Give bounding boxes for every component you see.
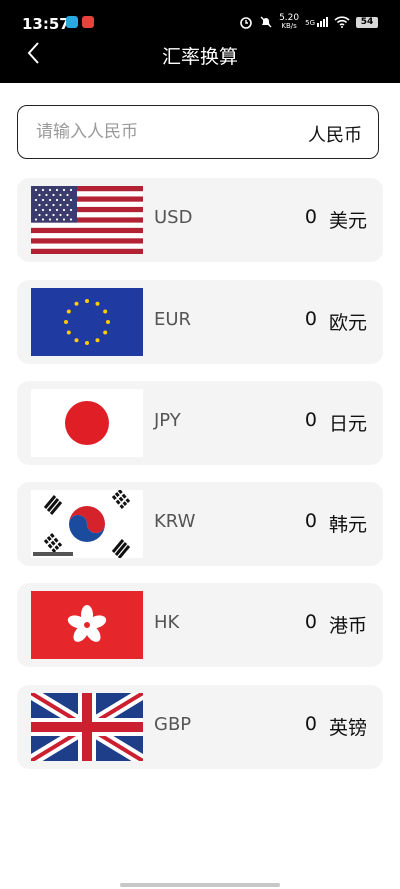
alarm-icon	[240, 17, 252, 29]
currency-row-eur[interactable]: EUR 0 欧元	[17, 280, 383, 364]
currency-name: 美元	[328, 210, 367, 232]
currency-amount: 0	[304, 206, 317, 228]
currency-code: EUR	[154, 309, 192, 330]
status-time: 13:57	[22, 15, 70, 33]
rmb-amount-input[interactable]	[34, 116, 278, 148]
eu-flag-icon	[31, 288, 143, 356]
gb-flag-icon	[31, 693, 143, 761]
rmb-input-box[interactable]: 人民币	[17, 105, 379, 159]
currency-amount: 0	[304, 409, 317, 431]
status-app-icons	[66, 16, 94, 28]
kr-flag-icon	[31, 490, 143, 558]
mute-bell-icon	[260, 16, 272, 28]
currency-row-usd[interactable]: USD 0 美元	[17, 178, 383, 262]
app-header: 13:57 5.20 KB/s 5G 54 汇率换算	[0, 0, 400, 83]
hk-flag-icon	[31, 591, 143, 659]
currency-amount: 0	[304, 611, 317, 633]
currency-code: HK	[154, 612, 180, 633]
currency-row-jpy[interactable]: JPY 0 日元	[17, 381, 383, 465]
currency-amount: 0	[304, 510, 317, 532]
page-title: 汇率换算	[161, 46, 238, 68]
currency-row-hk[interactable]: HK 0 港币	[17, 583, 383, 667]
currency-row-krw[interactable]: KRW 0 韩元	[17, 482, 383, 566]
wifi-icon	[334, 16, 350, 28]
currency-code: JPY	[154, 410, 181, 431]
currency-amount: 0	[304, 713, 317, 735]
currency-row-gbp[interactable]: GBP 0 英镑	[17, 685, 383, 769]
network-speed: 5.20 KB/s	[279, 13, 300, 31]
currency-name: 欧元	[328, 312, 367, 334]
status-bar-right: 5.20 KB/s 5G 54	[239, 14, 378, 30]
currency-code: KRW	[154, 511, 196, 532]
speed-value: 5.20	[279, 13, 300, 23]
base-currency-label: 人民币	[308, 125, 362, 146]
home-indicator[interactable]	[120, 883, 280, 887]
app-notification-icon	[82, 16, 94, 28]
currency-name: 港币	[328, 615, 367, 637]
currency-name: 英镑	[328, 717, 367, 739]
currency-code: GBP	[154, 714, 192, 735]
currency-name: 韩元	[328, 514, 367, 536]
us-flag-icon	[31, 186, 143, 254]
currency-name: 日元	[328, 413, 367, 435]
app-notification-icon	[66, 16, 78, 28]
signal-icon: 5G	[305, 17, 328, 27]
jp-flag-icon	[31, 389, 143, 457]
battery-icon: 54	[356, 16, 378, 28]
speed-unit: KB/s	[281, 22, 297, 30]
currency-code: USD	[154, 207, 193, 228]
currency-amount: 0	[304, 308, 317, 330]
network-type: 5G	[305, 19, 315, 27]
